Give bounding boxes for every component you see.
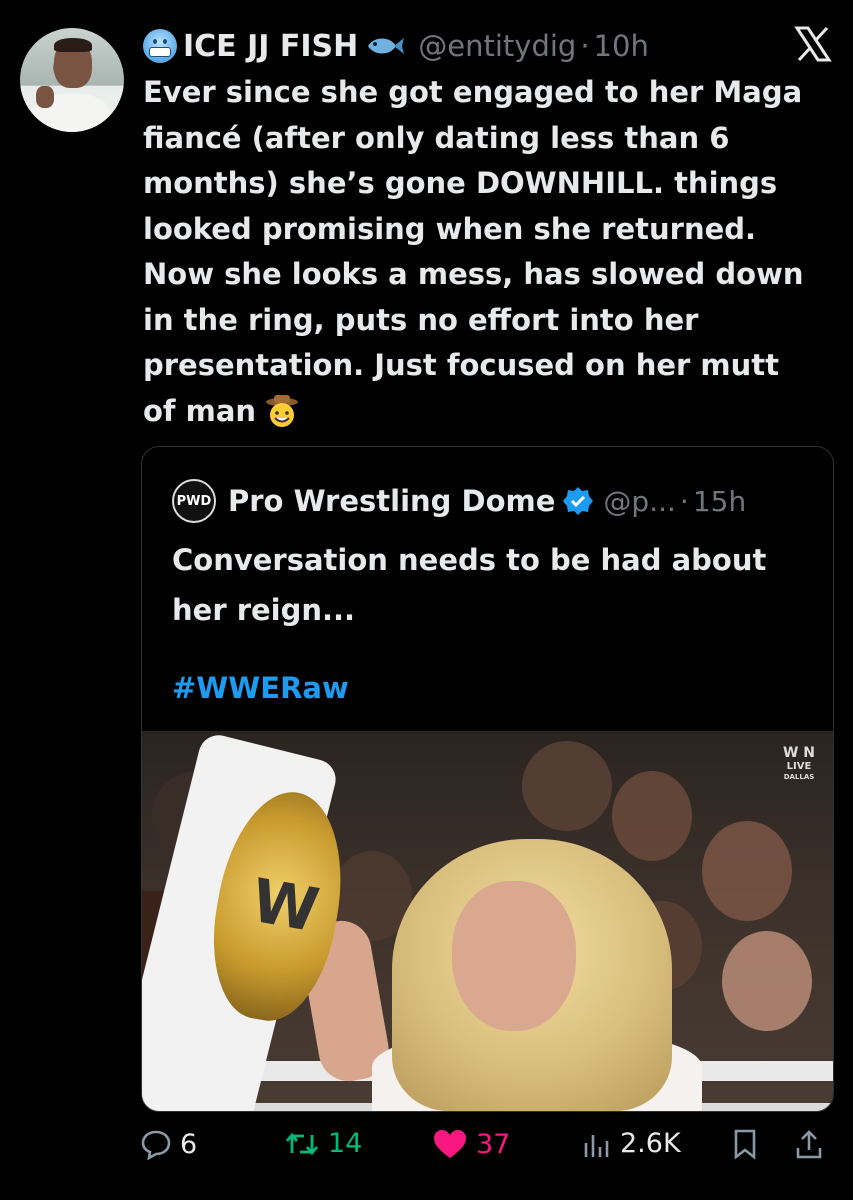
like-count: 37 xyxy=(476,1128,511,1160)
hashtag-link[interactable]: #WWERaw xyxy=(172,671,349,705)
bookmark-button[interactable] xyxy=(730,1128,760,1160)
tweet-header: ICE JJ FISH @entitydig · 10h xyxy=(143,26,649,66)
avatar[interactable] xyxy=(20,28,124,132)
reply-count: 6 xyxy=(180,1128,198,1160)
quoted-tweet[interactable]: PWD Pro Wrestling Dome @p... · 15h Conve… xyxy=(141,446,834,1112)
quote-handle[interactable]: @p... xyxy=(603,485,675,518)
tweet-text: Ever since she got engaged to her Maga f… xyxy=(143,70,833,434)
display-name[interactable]: ICE JJ FISH xyxy=(183,29,358,64)
quote-text: Conversation needs to be had about her r… xyxy=(172,543,767,627)
avatar-hair xyxy=(54,38,92,52)
share-icon xyxy=(796,1130,822,1159)
views-count: 2.6K xyxy=(620,1128,681,1159)
like-button[interactable]: 37 xyxy=(432,1128,510,1160)
separator-dot: · xyxy=(580,29,590,63)
share-button[interactable] xyxy=(794,1128,824,1160)
like-icon xyxy=(434,1130,466,1158)
views-button[interactable]: 2.6K xyxy=(582,1128,681,1159)
pwd-logo[interactable]: PWD xyxy=(172,479,216,523)
quote-media-image[interactable]: W W N LIVE DALLAS xyxy=(142,731,833,1111)
action-bar: 6 14 37 2.6K xyxy=(140,1128,840,1168)
fish-emoji-icon xyxy=(368,38,405,54)
quote-timestamp[interactable]: 15h xyxy=(693,485,746,518)
reply-icon xyxy=(141,1130,171,1160)
reply-button[interactable]: 6 xyxy=(140,1128,197,1160)
tweet-text-body: Ever since she got engaged to her Maga f… xyxy=(143,75,804,428)
bookmark-icon xyxy=(734,1129,756,1160)
quote-header: PWD Pro Wrestling Dome @p... · 15h xyxy=(172,479,746,523)
cowboy-emoji-icon xyxy=(266,394,299,427)
freezing-face-emoji-icon xyxy=(143,29,177,63)
repost-count: 14 xyxy=(328,1128,363,1159)
avatar-hand xyxy=(36,86,54,108)
repost-icon xyxy=(285,1132,319,1155)
repost-button[interactable]: 14 xyxy=(284,1128,362,1159)
quote-separator-dot: · xyxy=(679,484,689,518)
broadcast-bug: W N LIVE DALLAS xyxy=(782,745,816,781)
views-icon xyxy=(584,1134,609,1157)
x-logo-icon[interactable] xyxy=(791,22,835,66)
verified-badge-icon xyxy=(563,487,594,515)
quote-display-name[interactable]: Pro Wrestling Dome xyxy=(228,484,555,518)
handle[interactable]: @entitydig xyxy=(418,29,576,63)
timestamp[interactable]: 10h xyxy=(594,29,649,63)
